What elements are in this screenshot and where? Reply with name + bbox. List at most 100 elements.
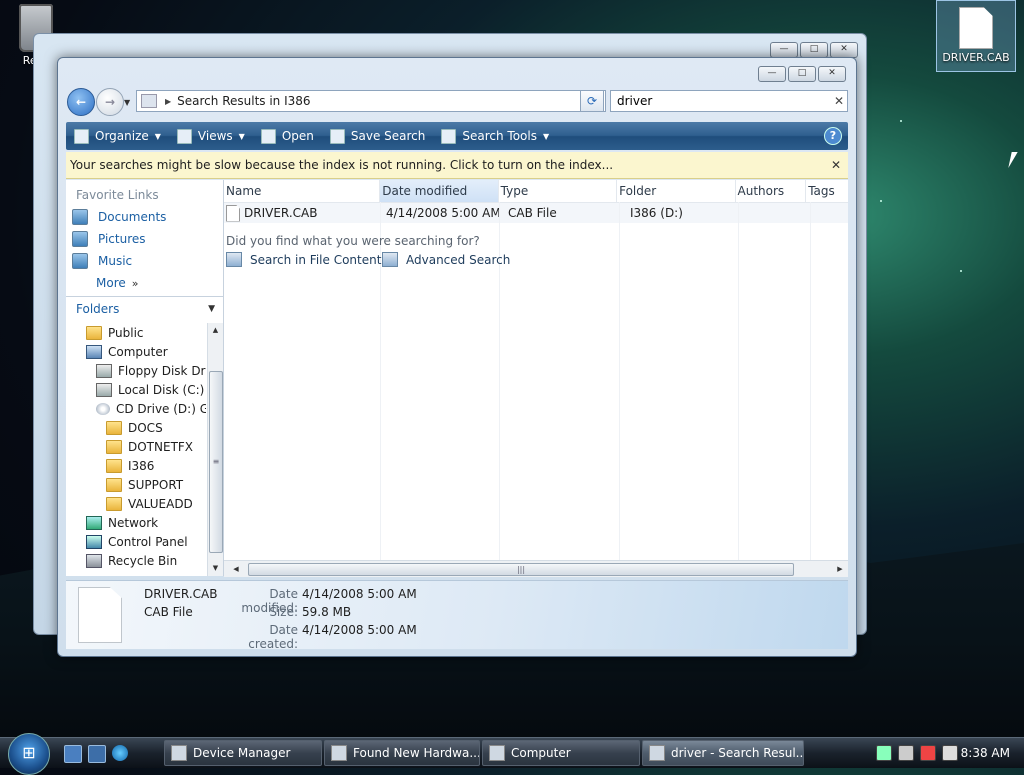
date-created-value: 4/14/2008 5:00 AM: [302, 623, 417, 637]
taskbar-found-new-hardware[interactable]: Found New Hardwa...: [324, 740, 480, 766]
search-results-window[interactable]: — □ ✕ ← → ▼ ▶ Search Results in I386 ▼ ⟳…: [57, 57, 857, 657]
help-icon[interactable]: ?: [824, 127, 842, 145]
maximize-button[interactable]: □: [788, 66, 816, 82]
scroll-thumb[interactable]: |||: [248, 563, 794, 576]
column-tags[interactable]: Tags: [806, 180, 848, 202]
mouse-pointer: [1008, 152, 1018, 168]
favorite-music[interactable]: Music: [66, 250, 223, 272]
show-desktop-icon[interactable]: [64, 745, 82, 763]
favorite-pictures[interactable]: Pictures: [66, 228, 223, 250]
search-tools-label: Search Tools: [462, 129, 537, 143]
minimize-button[interactable]: —: [758, 66, 786, 82]
file-list-hscrollbar[interactable]: ◀ ||| ▶: [224, 560, 848, 577]
recent-pages-dropdown[interactable]: ▼: [124, 98, 130, 107]
scroll-left-icon[interactable]: ◀: [228, 561, 244, 577]
search-in-file-contents-link[interactable]: Search in File Contents: [226, 252, 388, 267]
organize-button[interactable]: Organize ▼: [66, 122, 169, 150]
volume-muted-icon[interactable]: [942, 745, 958, 761]
desktop-driver-cab[interactable]: DRIVER.CAB: [936, 0, 1016, 72]
tree-item[interactable]: DOCS: [66, 418, 206, 437]
maximize-button[interactable]: □: [800, 42, 828, 58]
scroll-right-icon[interactable]: ▶: [832, 561, 848, 577]
save-search-button[interactable]: Save Search: [322, 122, 434, 150]
tree-item[interactable]: VALUEADD: [66, 494, 206, 513]
index-warning-text[interactable]: Your searches might be slow because the …: [66, 158, 824, 172]
details-file-type: CAB File: [144, 605, 193, 619]
refresh-button[interactable]: ⟳: [580, 90, 604, 112]
search-input[interactable]: [611, 93, 831, 109]
column-type[interactable]: Type: [499, 180, 618, 202]
taskbar-device-manager[interactable]: Device Manager: [164, 740, 322, 766]
tree-item[interactable]: Public: [66, 323, 206, 342]
scroll-down-icon[interactable]: ▼: [208, 561, 223, 576]
column-name[interactable]: Name: [224, 180, 381, 202]
scroll-thumb[interactable]: ≡: [209, 371, 223, 553]
floppy-icon: [96, 363, 112, 378]
views-button[interactable]: Views ▼: [169, 122, 253, 150]
task-label: driver - Search Resul...: [671, 746, 804, 760]
advanced-search-icon: [382, 252, 398, 267]
folders-header[interactable]: Folders ▼: [66, 296, 223, 321]
tree-item[interactable]: SUPPORT: [66, 475, 206, 494]
search-tools-button[interactable]: Search Tools ▼: [433, 122, 557, 150]
close-button[interactable]: ✕: [818, 66, 846, 82]
network-status-icon[interactable]: [898, 745, 914, 761]
details-file-name: DRIVER.CAB: [144, 587, 218, 601]
tree-item[interactable]: DOTNETFX: [66, 437, 206, 456]
forward-button[interactable]: →: [96, 88, 124, 116]
folder-icon: [106, 496, 122, 511]
close-button[interactable]: ✕: [830, 42, 858, 58]
search-box[interactable]: ✕: [610, 90, 848, 112]
tree-item[interactable]: Local Disk (C:): [66, 380, 206, 399]
tree-item[interactable]: Recycle Bin: [66, 551, 206, 570]
table-row[interactable]: DRIVER.CAB 4/14/2008 5:00 AM CAB File I3…: [224, 203, 848, 223]
advanced-search-link[interactable]: Advanced Search: [382, 252, 510, 267]
scroll-up-icon[interactable]: ▲: [208, 323, 223, 338]
tree-item[interactable]: Network: [66, 513, 206, 532]
file-name: DRIVER.CAB: [244, 205, 318, 220]
tree-item[interactable]: Control Panel: [66, 532, 206, 551]
folder-icon: [106, 439, 122, 454]
minimize-button[interactable]: —: [770, 42, 798, 58]
start-button[interactable]: ⊞: [8, 733, 50, 775]
internet-explorer-icon[interactable]: [112, 745, 128, 761]
taskbar-search-results[interactable]: driver - Search Resul...: [642, 740, 804, 766]
favorite-links-title: Favorite Links: [76, 188, 159, 202]
more-label: More: [96, 276, 126, 290]
switch-windows-icon[interactable]: [88, 745, 106, 763]
close-icon[interactable]: ✕: [824, 158, 848, 172]
open-button[interactable]: Open: [253, 122, 322, 150]
tree-item[interactable]: Floppy Disk Drive: [66, 361, 206, 380]
chevron-down-icon: ▼: [154, 131, 161, 141]
clock[interactable]: 8:38 AM: [961, 746, 1010, 760]
address-bar[interactable]: ▶ Search Results in I386 ▼: [136, 90, 606, 112]
tree-item[interactable]: CD Drive (D:) GR: [66, 399, 206, 418]
star: [900, 120, 902, 122]
back-button[interactable]: ←: [67, 88, 95, 116]
network-disconnected-icon[interactable]: [920, 745, 936, 761]
column-folder[interactable]: Folder: [617, 180, 736, 202]
task-label: Computer: [511, 746, 571, 760]
navigation-bar: ← → ▼ ▶ Search Results in I386 ▼ ⟳ ✕: [66, 88, 848, 118]
favorite-documents[interactable]: Documents: [66, 206, 223, 228]
folder-tree-scrollbar[interactable]: ▲ ≡ ▼: [207, 323, 223, 576]
open-icon: [260, 128, 276, 144]
tree-item[interactable]: I386: [66, 456, 206, 475]
desktop-driver-label: DRIVER.CAB: [942, 51, 1010, 64]
star: [880, 200, 882, 202]
chevron-right-icon[interactable]: ▶: [165, 97, 171, 106]
clear-search-icon[interactable]: ✕: [831, 94, 847, 108]
index-warning-bar[interactable]: Your searches might be slow because the …: [66, 152, 848, 179]
column-headers: Name Date modified Type Folder Authors T…: [224, 180, 848, 203]
star: [960, 270, 962, 272]
tree-item[interactable]: Computer: [66, 342, 206, 361]
favorites-more[interactable]: More »: [66, 272, 223, 294]
breadcrumb[interactable]: Search Results in I386: [177, 94, 591, 108]
column-date-modified[interactable]: Date modified: [380, 180, 499, 202]
tree-item-label: Public: [108, 325, 144, 340]
taskbar-computer[interactable]: Computer: [482, 740, 640, 766]
navigation-pane: Favorite Links Documents Pictures Music …: [66, 180, 224, 576]
column-authors[interactable]: Authors: [736, 180, 807, 202]
safely-remove-hardware-icon[interactable]: [876, 745, 892, 761]
date-modified-value: 4/14/2008 5:00 AM: [302, 587, 417, 601]
